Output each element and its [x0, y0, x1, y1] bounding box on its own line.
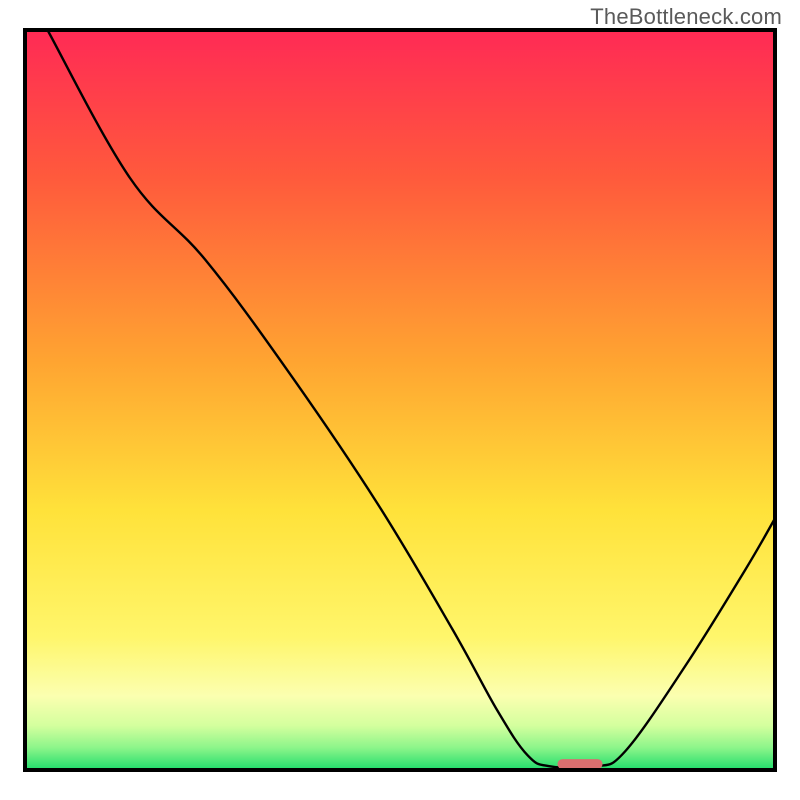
bottleneck-chart: TheBottleneck.com	[0, 0, 800, 800]
chart-svg	[0, 0, 800, 800]
watermark-text: TheBottleneck.com	[590, 4, 782, 30]
gradient-background	[25, 30, 775, 770]
optimal-marker	[558, 759, 603, 769]
